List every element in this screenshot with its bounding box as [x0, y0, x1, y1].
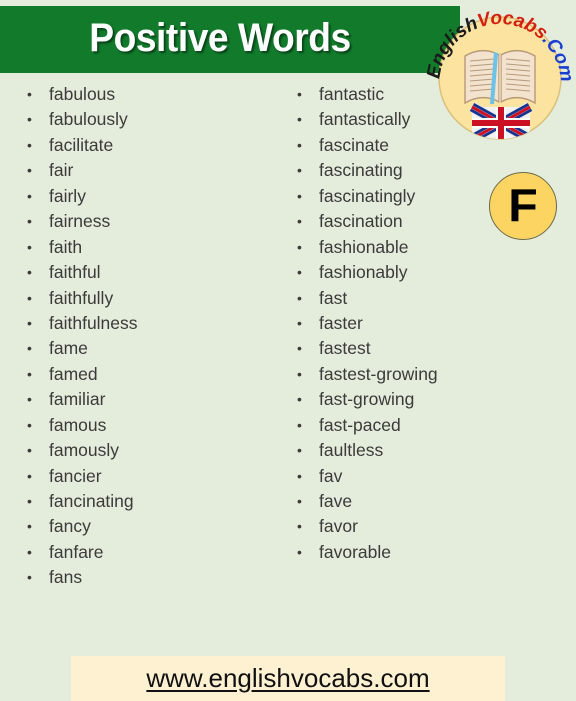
word-list-item: faithfully [22, 286, 292, 312]
word-column-right: fantasticfantasticallyfascinatefascinati… [292, 82, 572, 566]
word-list-item: faster [292, 311, 572, 337]
word-list-item: faithfulness [22, 311, 292, 337]
word-list-item: familiar [22, 387, 292, 413]
word-list-item: fast-paced [292, 413, 572, 439]
word-list-item: fascinate [292, 133, 572, 159]
footer-band: www.englishvocabs.com [71, 656, 505, 701]
word-list-item: fashionably [292, 260, 572, 286]
word-list-item: fast [292, 286, 572, 312]
word-list-item: favorable [292, 540, 572, 566]
word-list-item: fascinatingly [292, 184, 572, 210]
word-list-item: fantastic [292, 82, 572, 108]
word-list-item: fastest [292, 336, 572, 362]
word-list-item: fascinating [292, 158, 572, 184]
header-band: Positive Words [0, 6, 460, 73]
word-list-item: fair [22, 158, 292, 184]
word-list-item: fancy [22, 514, 292, 540]
word-list-item: fame [22, 336, 292, 362]
word-list-item: fascination [292, 209, 572, 235]
word-list-item: faith [22, 235, 292, 261]
word-list-item: famously [22, 438, 292, 464]
word-list-item: fave [292, 489, 572, 515]
word-list-item: fabulous [22, 82, 292, 108]
word-list-item: faultless [292, 438, 572, 464]
word-list-item: fancier [22, 464, 292, 490]
word-column-left: fabulousfabulouslyfacilitatefairfairlyfa… [22, 82, 292, 591]
word-list-item: fancinating [22, 489, 292, 515]
word-list-item: fast-growing [292, 387, 572, 413]
footer-website-url[interactable]: www.englishvocabs.com [146, 663, 429, 694]
word-list-item: fairness [22, 209, 292, 235]
word-list-item: famous [22, 413, 292, 439]
word-list-item: facilitate [22, 133, 292, 159]
word-list-item: fastest-growing [292, 362, 572, 388]
word-list-item: fairly [22, 184, 292, 210]
word-list-right: fantasticfantasticallyfascinatefascinati… [292, 82, 572, 566]
word-list-item: fashionable [292, 235, 572, 261]
word-list-item: fans [22, 565, 292, 591]
word-list-item: fantastically [292, 107, 572, 133]
word-list-item: faithful [22, 260, 292, 286]
word-list-item: favor [292, 514, 572, 540]
word-list-item: famed [22, 362, 292, 388]
word-list-left: fabulousfabulouslyfacilitatefairfairlyfa… [22, 82, 292, 591]
word-list-item: fav [292, 464, 572, 490]
word-list-item: fanfare [22, 540, 292, 566]
page-title: Positive Words [89, 16, 351, 60]
word-list-item: fabulously [22, 107, 292, 133]
